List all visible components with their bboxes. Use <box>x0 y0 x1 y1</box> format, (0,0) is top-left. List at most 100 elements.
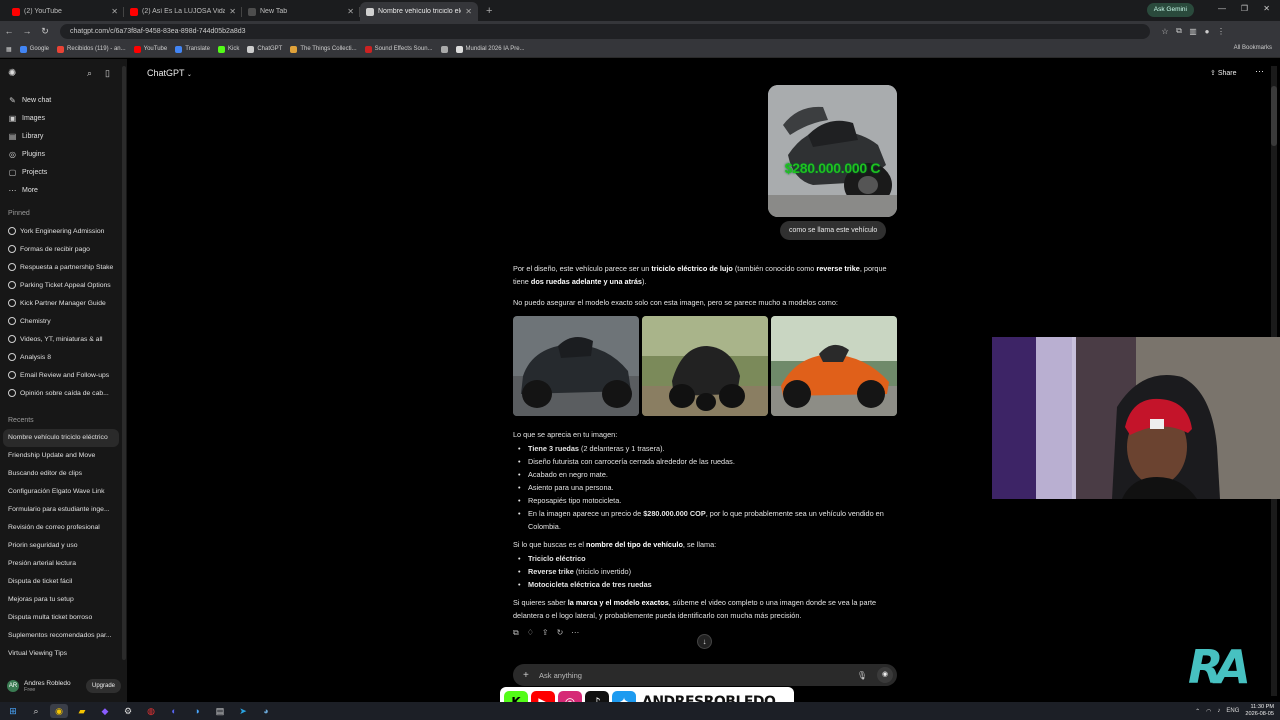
browser-tab[interactable]: (2) Así Es La LUJOSA Vida De...✕ <box>124 2 242 21</box>
app-icon-4[interactable]: ◑ <box>188 704 206 718</box>
extensions-icon[interactable]: ⧉ <box>1172 26 1186 36</box>
back-icon[interactable]: ← <box>0 26 18 36</box>
recent-chat-item[interactable]: Buscando editor de clips <box>0 465 120 483</box>
browser-tab[interactable]: Nombre vehículo triciclo eléctr... ✕ <box>360 2 478 21</box>
maximize-icon[interactable]: ❐ <box>1241 4 1248 13</box>
search-icon[interactable]: ⌕ <box>87 68 92 79</box>
language-indicator[interactable]: ENG <box>1226 708 1239 714</box>
recent-chat-item[interactable]: Presión arterial lectura <box>0 555 120 573</box>
sidebar-scrollbar[interactable] <box>122 66 126 660</box>
vehicle-example-image-2[interactable] <box>642 316 768 416</box>
pinned-chat-item[interactable]: Email Review and Follow-ups <box>0 366 127 384</box>
sidebar-nav-item[interactable]: ◎ Plugins <box>0 145 127 163</box>
recent-chat-item[interactable]: Disputa multa ticket borroso <box>0 609 120 627</box>
bookmark-item[interactable]: The Things Collecti... <box>290 45 357 53</box>
vehicle-example-image-1[interactable] <box>513 316 639 416</box>
steam-icon[interactable]: ◕ <box>257 704 275 718</box>
browser-tab[interactable]: New Tab ✕ <box>242 2 360 21</box>
bookmark-item[interactable]: Mundial 2026 IA Pre... <box>455 45 525 53</box>
recent-chat-item[interactable]: Priorin seguridad y uso <box>0 537 120 555</box>
copy-icon[interactable]: ⧉ <box>513 628 519 638</box>
star-icon[interactable]: ☆ <box>1158 27 1172 36</box>
share-button[interactable]: ⇪ Share <box>1210 69 1237 77</box>
pinned-chat-item[interactable]: Formas de recibir pago <box>0 240 127 258</box>
chrome-icon[interactable]: ◉ <box>50 704 68 718</box>
recent-chat-item[interactable]: Suplementos recomendados par... <box>0 627 120 645</box>
bookmark-item[interactable]: Kick <box>218 45 239 53</box>
telegram-icon[interactable]: ➤ <box>234 704 252 718</box>
tray-icon-1[interactable]: ⌃ <box>1195 708 1200 715</box>
upgrade-button[interactable]: Upgrade <box>85 679 121 693</box>
tab-close-icon[interactable]: ✕ <box>347 7 354 16</box>
recent-chat-item[interactable]: Virtual Viewing Tips <box>0 645 120 663</box>
recent-chat-item[interactable]: Friendship Update and Move <box>0 447 120 465</box>
recent-chat-item[interactable]: Formulario para estudiante inge... <box>0 501 120 519</box>
more-actions-icon[interactable]: ⋯ <box>571 628 579 638</box>
wifi-icon[interactable]: ◠ <box>1206 708 1211 715</box>
start-icon[interactable]: ⊞ <box>4 704 22 718</box>
app-icon-5[interactable]: ▤ <box>211 704 229 718</box>
menu-icon[interactable]: ⋮ <box>1214 27 1228 36</box>
model-selector[interactable]: ChatGPT ⌄ <box>147 68 192 78</box>
vehicle-example-image-3[interactable] <box>771 316 897 416</box>
pinned-chat-item[interactable]: Opinión sobre caída de cab... <box>0 384 127 402</box>
app-icon-3[interactable]: ◍ <box>142 704 160 718</box>
sidebar-nav-item[interactable]: ⋯ More <box>0 181 127 199</box>
pinned-chat-item[interactable]: York Engineering Admission <box>0 222 127 240</box>
bookmark-item[interactable]: Sound Effects Soun... <box>364 45 433 53</box>
recent-chat-item[interactable]: Mejoras para tu setup <box>0 591 120 609</box>
pinned-chat-item[interactable]: Respuesta a partnership Stake <box>0 258 127 276</box>
url-field[interactable]: chatgpt.com/c/6a73f8af-9458-83ea-898d-74… <box>60 23 1150 39</box>
apps-icon[interactable]: ▦ <box>6 46 12 53</box>
recent-chat-item[interactable]: Configuración Elgato Wave Link <box>0 483 120 501</box>
openai-logo-icon[interactable]: ✺ <box>8 68 16 79</box>
sidebar-nav-item[interactable]: ▤ Library <box>0 127 127 145</box>
sidebar-nav-item[interactable]: ▣ Images <box>0 109 127 127</box>
new-tab-button[interactable]: + <box>478 2 500 21</box>
pinned-chat-item[interactable]: Kick Partner Manager Guide <box>0 294 127 312</box>
files-icon[interactable]: ▰ <box>73 704 91 718</box>
app-icon-2[interactable]: ⚙ <box>119 704 137 718</box>
pinned-chat-item[interactable]: Videos, YT, miniaturas & all <box>0 330 127 348</box>
minimize-icon[interactable]: — <box>1218 4 1226 13</box>
scroll-down-button[interactable]: ↓ <box>697 634 712 649</box>
uploaded-vehicle-image[interactable] <box>768 85 897 217</box>
more-options-icon[interactable]: ⋯ <box>1255 66 1264 77</box>
pinned-chat-item[interactable]: Chemistry <box>0 312 127 330</box>
bookmark-item[interactable]: Google <box>19 45 49 53</box>
clock[interactable]: 11:30 PM 2026-08-05 <box>1245 704 1274 718</box>
sidebar-nav-item[interactable]: ✎ New chat <box>0 91 127 109</box>
tab-close-icon[interactable]: ✕ <box>111 7 118 16</box>
thumbs-icon[interactable]: ♢ <box>527 628 534 638</box>
attach-plus-icon[interactable]: + <box>523 670 539 681</box>
forward-icon[interactable]: → <box>18 26 36 36</box>
bookmark-item[interactable] <box>440 45 448 53</box>
discord-icon[interactable]: ◐ <box>165 704 183 718</box>
bookmark-item[interactable]: ChatGPT <box>247 45 282 53</box>
bookmark-item[interactable]: Translate <box>175 45 210 53</box>
browser-tab[interactable]: (2) YouTube ✕ <box>6 2 124 21</box>
tab-close-icon[interactable]: ✕ <box>229 7 236 16</box>
pinned-chat-item[interactable]: Analysis 8 <box>0 348 127 366</box>
regenerate-icon[interactable]: ↻ <box>557 628 564 638</box>
bookmark-item[interactable]: YouTube <box>133 45 167 53</box>
sidebar-nav-item[interactable]: ▢ Projects <box>0 163 127 181</box>
sidepanel-icon[interactable]: ▥ <box>1186 27 1200 36</box>
all-bookmarks[interactable]: All Bookmarks <box>1234 45 1272 51</box>
close-window-icon[interactable]: ✕ <box>1263 4 1270 13</box>
volume-icon[interactable]: ♪ <box>1217 708 1220 714</box>
reload-icon[interactable]: ↻ <box>36 26 54 37</box>
share-message-icon[interactable]: ⇪ <box>542 628 549 638</box>
ask-gemini-button[interactable]: Ask Gemini <box>1146 3 1194 17</box>
prompt-input[interactable] <box>539 670 857 680</box>
sidebar-toggle-icon[interactable]: ▯ <box>105 68 110 79</box>
app-icon-1[interactable]: ◆ <box>96 704 114 718</box>
microphone-icon[interactable]: 🎙 <box>857 671 867 680</box>
tab-close-icon[interactable]: ✕ <box>465 7 472 16</box>
user-account[interactable]: AR Andres Robledo Free Upgrade <box>0 670 127 702</box>
recent-chat-item[interactable]: Nombre vehículo triciclo eléctrico <box>3 429 119 447</box>
pinned-chat-item[interactable]: Parking Ticket Appeal Options <box>0 276 127 294</box>
search-taskbar-icon[interactable]: ⌕ <box>27 704 45 718</box>
recent-chat-item[interactable]: Revisión de correo profesional <box>0 519 120 537</box>
bookmark-item[interactable]: Recibidos (119) - an... <box>57 45 126 53</box>
